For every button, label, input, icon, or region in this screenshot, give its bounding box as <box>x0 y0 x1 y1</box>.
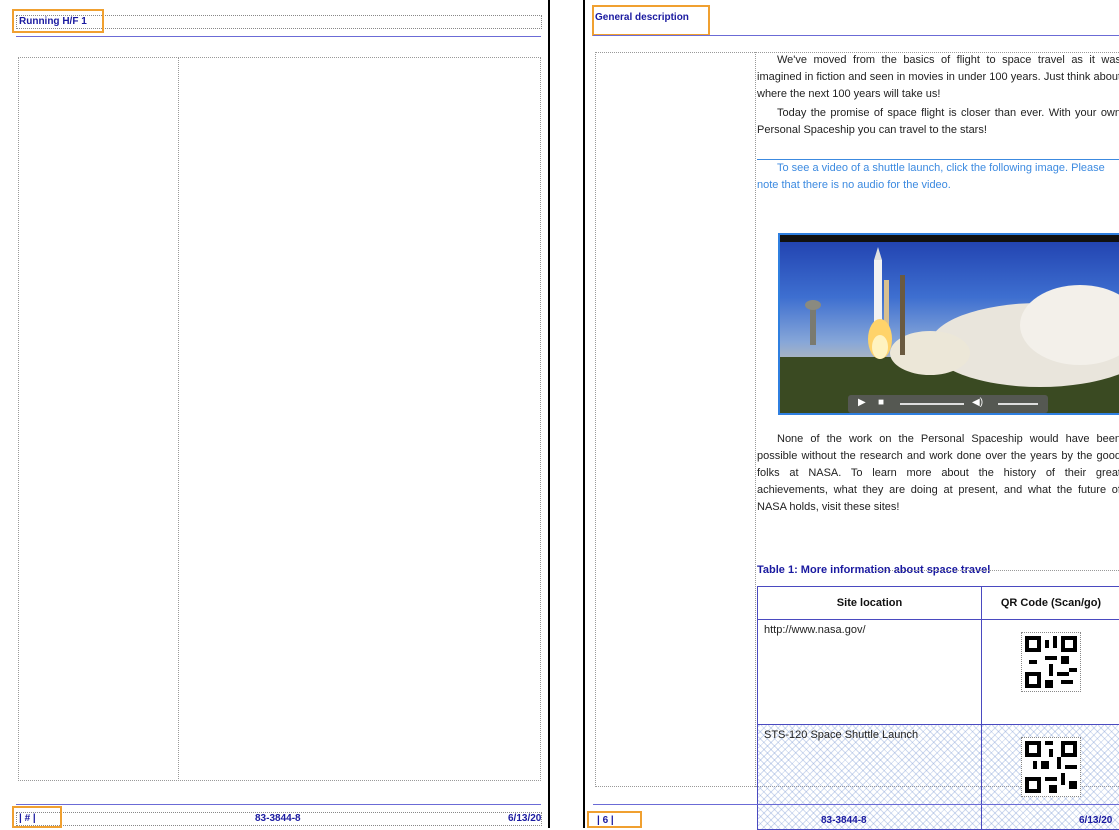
content-frame <box>18 57 541 781</box>
header-rule <box>16 36 541 37</box>
info-table: Site location QR Code (Scan/go) http://w… <box>757 586 1119 830</box>
table-row: STS-120 Space Shuttle Launch <box>758 725 1119 830</box>
play-icon[interactable]: ▶ <box>858 397 866 408</box>
site-cell[interactable]: STS-120 Space Shuttle Launch <box>758 725 982 830</box>
right-page: General description We've moved from the… <box>583 0 1119 828</box>
table-header-row: Site location QR Code (Scan/go) <box>758 587 1119 620</box>
qr-cell <box>982 620 1119 725</box>
video-controls[interactable]: ▶ ■ ◀) <box>848 395 1048 413</box>
footer-highlight <box>12 806 62 828</box>
qr-cell <box>982 725 1119 830</box>
footer-date: 6/13/20 <box>508 813 541 824</box>
header-highlight <box>592 5 710 36</box>
shuttle-launch-video[interactable]: ▶ ■ ◀) <box>778 233 1119 415</box>
footer-rule <box>593 804 1119 805</box>
qr-code-icon[interactable] <box>1021 737 1081 797</box>
footer-doc-id: 83-3844-8 <box>255 813 301 824</box>
intro-paragraph: We've moved from the basics of flight to… <box>757 52 1119 103</box>
volume-slider[interactable] <box>998 403 1038 405</box>
caption-rule <box>875 570 1119 571</box>
qr-code-icon[interactable] <box>1021 632 1081 692</box>
column-divider <box>755 52 756 787</box>
site-cell[interactable]: http://www.nasa.gov/ <box>758 620 982 725</box>
page-gap <box>550 0 583 828</box>
left-page: Running H/F 1 | # | 83-3844-8 6/13/20 <box>0 0 550 828</box>
header-site-location: Site location <box>758 587 982 620</box>
footer-date: 6/13/20 <box>1079 815 1112 826</box>
shuttle-launch-image <box>780 235 1119 415</box>
volume-icon[interactable]: ◀) <box>972 397 983 408</box>
nasa-paragraph: None of the work on the Personal Spacesh… <box>757 431 1119 516</box>
seek-slider[interactable] <box>900 403 964 405</box>
column-divider <box>178 57 179 781</box>
header-qr-code: QR Code (Scan/go) <box>982 587 1119 620</box>
table-row: http://www.nasa.gov/ <box>758 620 1119 725</box>
promise-paragraph: Today the promise of space flight is clo… <box>757 105 1119 139</box>
header-rule <box>593 35 1119 36</box>
footer-doc-id: 83-3844-8 <box>821 815 867 826</box>
stop-icon[interactable]: ■ <box>878 397 884 408</box>
video-instruction-link[interactable]: To see a video of a shuttle launch, clic… <box>757 159 1119 194</box>
footer-highlight <box>587 811 642 828</box>
header-highlight <box>12 9 104 33</box>
footer-rule <box>16 804 541 805</box>
